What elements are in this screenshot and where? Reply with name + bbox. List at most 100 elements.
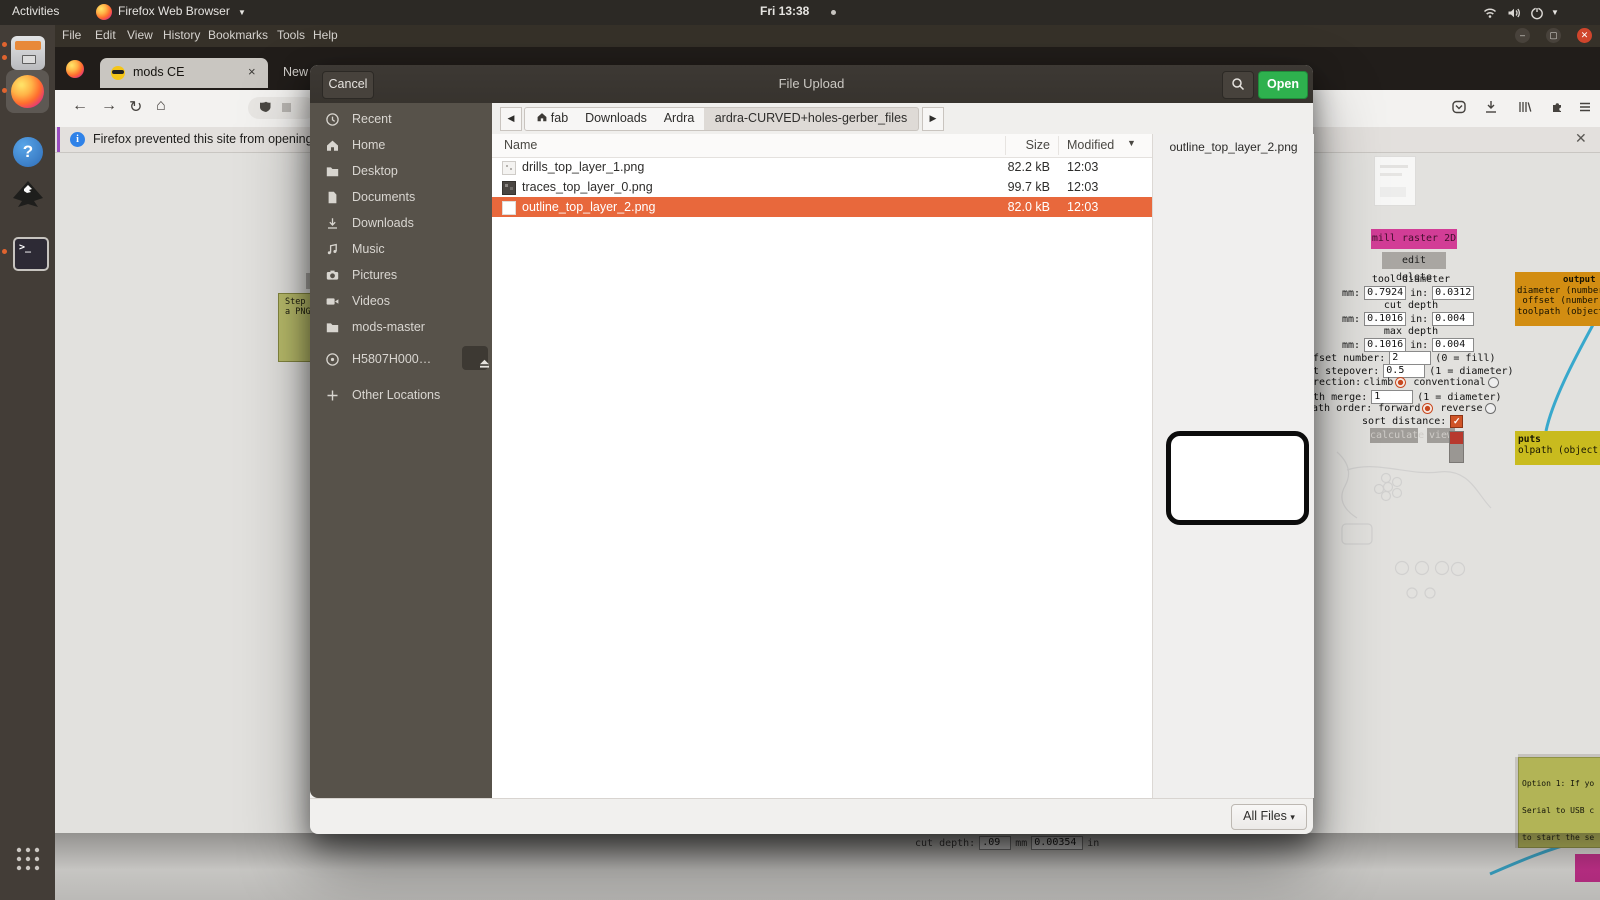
cut-stepover-input[interactable]: 0.5 xyxy=(1383,364,1426,378)
chevron-down-icon: ▼ xyxy=(238,8,246,17)
tab-title: mods CE xyxy=(133,65,185,79)
direction-conventional-radio[interactable] xyxy=(1487,377,1499,388)
cut-depth-mm-input[interactable]: 0.1016 xyxy=(1364,312,1407,326)
open-button[interactable]: Open xyxy=(1258,71,1308,99)
tool-diameter-mm-input[interactable]: 0.7924 xyxy=(1364,286,1407,300)
sort-distance-checkbox[interactable]: ✓ xyxy=(1450,415,1464,428)
app-menu-button[interactable]: Firefox Web Browser xyxy=(118,4,230,18)
sidebar-item-mods-master[interactable]: mods-master xyxy=(310,315,492,341)
menu-bookmarks[interactable]: Bookmarks xyxy=(208,28,268,42)
column-header-name[interactable]: Name xyxy=(504,138,537,152)
breadcrumb-fab[interactable]: fab xyxy=(524,107,580,131)
path-merge-input[interactable]: 1 xyxy=(1371,390,1414,404)
sidebar-item-usb-drive[interactable]: H5807H000… xyxy=(310,346,492,373)
sidebar-item-recent[interactable]: Recent xyxy=(310,107,492,133)
files-icon xyxy=(15,41,41,50)
tab-close-icon[interactable]: × xyxy=(248,64,256,79)
path-bar: ◀ fab Downloads Ardra ardra-CURVED+holes… xyxy=(492,103,1313,135)
search-button[interactable] xyxy=(1222,71,1254,99)
forward-icon[interactable]: → xyxy=(101,97,117,115)
menu-help[interactable]: Help xyxy=(313,28,338,42)
shield-icon xyxy=(260,101,271,112)
file-row-traces[interactable]: traces_top_layer_0.png 99.7 kB 12:03 xyxy=(492,177,1152,197)
bottom-cut-depth-mm-input[interactable]: .09 xyxy=(979,836,1012,850)
dock-item-firefox-active-bg[interactable] xyxy=(6,70,49,113)
notification-close-icon[interactable]: ✕ xyxy=(1575,130,1587,147)
new-tab-partial-label[interactable]: New xyxy=(283,65,308,79)
url-bar[interactable] xyxy=(248,97,316,119)
menu-edit[interactable]: Edit xyxy=(95,28,116,42)
sidebar-item-downloads[interactable]: Downloads xyxy=(310,211,492,237)
file-list-area[interactable] xyxy=(492,134,1152,798)
breadcrumb-ardra[interactable]: Ardra xyxy=(654,107,705,131)
sidebar-item-videos[interactable]: Videos xyxy=(310,289,492,315)
dock-item-files[interactable] xyxy=(11,36,45,70)
sort-indicator-icon: ▼ xyxy=(1127,138,1136,148)
max-depth-in-input[interactable]: 0.004 xyxy=(1432,338,1475,352)
path-order-row: path order: forward reverse xyxy=(1306,403,1496,414)
power-icon xyxy=(1531,7,1543,20)
menu-hamburger-icon[interactable] xyxy=(1577,99,1593,115)
dock-item-help[interactable]: ? xyxy=(13,137,43,167)
app-grid-button[interactable] xyxy=(15,846,41,872)
tool-diameter-in-input[interactable]: 0.0312 xyxy=(1432,286,1475,300)
file-filter-dropdown[interactable]: All Files ▾ xyxy=(1231,804,1307,830)
breadcrumb-downloads[interactable]: Downloads xyxy=(578,107,655,131)
bottom-cut-depth-in-input[interactable]: 0.00354 xyxy=(1031,836,1084,850)
running-indicator-dot xyxy=(2,42,7,47)
column-header-size[interactable]: Size xyxy=(912,138,1050,152)
window-close-button[interactable]: ✕ xyxy=(1577,28,1592,43)
path-back-button[interactable]: ◀ xyxy=(500,107,522,131)
edit-delete-button[interactable]: edit delete xyxy=(1382,252,1446,283)
home-icon[interactable]: ⌂ xyxy=(156,97,166,115)
mill-raster-module-title[interactable]: mill raster 2D xyxy=(1371,229,1457,249)
home-icon xyxy=(327,140,338,151)
breadcrumb-current-folder[interactable]: ardra-CURVED+holes-gerber_files xyxy=(704,107,919,131)
eject-button[interactable] xyxy=(462,346,489,370)
chevron-down-icon[interactable]: ▼ xyxy=(1551,8,1559,17)
document-icon xyxy=(328,191,337,204)
clock-label[interactable]: Fri 13:38 xyxy=(760,4,809,18)
sidebar-item-documents[interactable]: Documents xyxy=(310,185,492,211)
sidebar-item-desktop[interactable]: Desktop xyxy=(310,159,492,185)
path-forward-button[interactable]: ▶ xyxy=(922,107,944,131)
max-depth-row: mm: 0.1016 in: 0.004 xyxy=(1342,338,1475,352)
window-maximize-button[interactable]: ▢ xyxy=(1546,28,1561,43)
max-depth-mm-input[interactable]: 0.1016 xyxy=(1364,338,1407,352)
direction-climb-radio[interactable] xyxy=(1395,377,1407,388)
file-upload-dialog: Cancel File Upload Open Recent Home Desk… xyxy=(310,65,1314,834)
extensions-icon[interactable] xyxy=(1550,99,1566,115)
library-icon[interactable] xyxy=(1517,99,1533,115)
downloads-icon[interactable] xyxy=(1483,99,1499,115)
cut-depth-in-input[interactable]: 0.004 xyxy=(1432,312,1475,326)
menu-view[interactable]: View xyxy=(127,28,153,42)
offset-number-input[interactable]: 2 xyxy=(1389,351,1432,365)
dock-item-terminal[interactable]: >_ xyxy=(13,237,49,271)
app-grid-icon xyxy=(16,847,40,871)
reload-icon[interactable]: ↻ xyxy=(129,97,142,117)
calculate-button[interactable]: calculate xyxy=(1370,428,1424,443)
file-row-drills[interactable]: drills_top_layer_1.png 82.2 kB 12:03 xyxy=(492,157,1152,177)
direction-row: direction: climb conventional xyxy=(1301,377,1499,388)
back-icon[interactable]: ← xyxy=(72,97,88,115)
sidebar-item-pictures[interactable]: Pictures xyxy=(310,263,492,289)
window-minimize-button[interactable]: – xyxy=(1515,28,1530,43)
dock-item-inkscape[interactable] xyxy=(10,177,46,213)
path-order-reverse-radio[interactable] xyxy=(1484,403,1496,414)
tab-mods-ce[interactable]: mods CE × xyxy=(100,58,268,88)
menu-history[interactable]: History xyxy=(163,28,200,42)
file-row-outline-selected[interactable]: outline_top_layer_2.png 82.0 kB 12:03 xyxy=(492,197,1152,217)
camera-icon xyxy=(326,270,339,280)
menu-file[interactable]: File xyxy=(62,28,81,42)
sidebar-item-music[interactable]: Music xyxy=(310,237,492,263)
sidebar-item-other-locations[interactable]: Other Locations xyxy=(310,383,492,409)
plus-icon xyxy=(327,390,338,401)
column-header-modified[interactable]: Modified xyxy=(1067,138,1114,152)
menu-tools[interactable]: Tools xyxy=(277,28,305,42)
path-order-forward-radio[interactable] xyxy=(1422,403,1434,414)
firefox-view-icon[interactable] xyxy=(66,60,84,78)
wifi-icon xyxy=(1483,8,1497,18)
pocket-icon[interactable] xyxy=(1451,99,1467,115)
activities-button[interactable]: Activities xyxy=(12,4,59,18)
sidebar-item-home[interactable]: Home xyxy=(310,133,492,159)
